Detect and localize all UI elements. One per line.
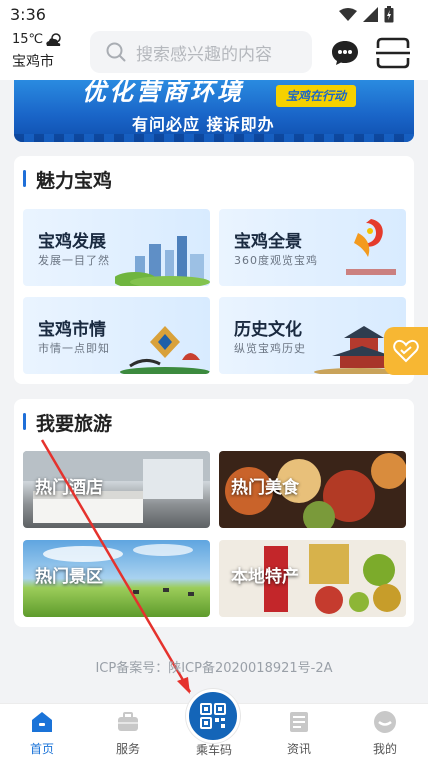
- briefcase-icon: [118, 712, 138, 731]
- tab-label: 我的: [372, 742, 397, 756]
- home-icon: [32, 712, 52, 732]
- tab-label: 资讯: [286, 742, 311, 756]
- qr-code-icon: [200, 703, 226, 729]
- tab-label: 首页: [29, 742, 54, 756]
- tab-news[interactable]: 资讯: [269, 710, 329, 757]
- tab-label: 服务: [115, 742, 140, 756]
- ride-code-label: 乘车码: [195, 743, 232, 757]
- tab-services[interactable]: 服务: [98, 710, 158, 757]
- icp-record: ICP备案号：陕ICP备2020018921号-2A: [95, 661, 333, 676]
- tab-home[interactable]: 首页: [12, 710, 72, 757]
- tab-profile[interactable]: 我的: [355, 710, 415, 757]
- user-icon: [374, 711, 396, 733]
- annotation-arrow: [40, 439, 192, 694]
- news-icon: [290, 712, 308, 732]
- ride-code-button[interactable]: [186, 689, 240, 743]
